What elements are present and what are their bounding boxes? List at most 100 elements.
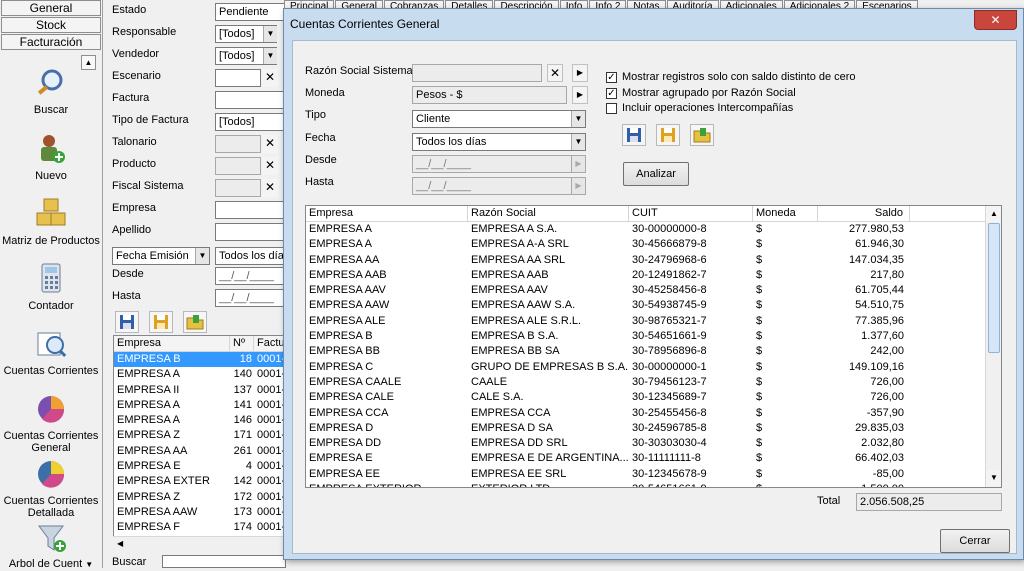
- dialog-save-as-icon[interactable]: [656, 124, 680, 146]
- nav-cuentas-corrientes-button[interactable]: Cuentas Corrientes: [2, 327, 100, 377]
- invoice-row[interactable]: EMPRESA AA2610001-0: [114, 444, 286, 459]
- invoice-numero-cell: 140: [233, 368, 252, 381]
- invoice-row[interactable]: EMPRESA B180001-0: [114, 352, 286, 368]
- saldo-distinto-checkbox[interactable]: ✓: [606, 72, 617, 83]
- tipo-dropdown-icon[interactable]: ▼: [571, 111, 585, 127]
- moneda-arrow-icon[interactable]: ▶: [572, 86, 588, 104]
- tipo-factura-field[interactable]: [Todos]: [215, 113, 285, 131]
- scroll-thumb[interactable]: [988, 223, 1000, 353]
- col-numero[interactable]: Nº: [230, 336, 254, 352]
- fecha-tipo-dropdown-icon[interactable]: ▼: [195, 248, 209, 264]
- analizar-button[interactable]: Analizar: [623, 162, 689, 186]
- invoice-row[interactable]: EMPRESA A1460001-0: [114, 413, 286, 428]
- invoice-row[interactable]: EMPRESA A1410001-0: [114, 398, 286, 413]
- cuentas-row[interactable]: EMPRESA AAV EMPRESA AAV 30-45258456-8 $61.7…: [306, 283, 1001, 298]
- razon-social-field[interactable]: [412, 64, 542, 82]
- cuentas-row[interactable]: EMPRESA E EMPRESA E DE ARGENTINA... 30-111…: [306, 451, 1001, 466]
- cuentas-row[interactable]: EMPRESA CALE CALE S.A. 30-12345689-7 $726,0…: [306, 390, 1001, 405]
- invoice-row[interactable]: EMPRESA A1400001-0: [114, 367, 286, 382]
- cuentas-row[interactable]: EMPRESA A EMPRESA A S.A. 30-00000000-8 $277…: [306, 222, 1001, 237]
- moneda-field[interactable]: Pesos - $: [412, 86, 567, 104]
- fecha-dropdown-icon[interactable]: ▼: [571, 134, 585, 150]
- nav-tab-stock[interactable]: Stock: [1, 17, 101, 33]
- talonario-clear-icon[interactable]: ✕: [262, 135, 278, 153]
- razon-social-clear-icon[interactable]: ✕: [547, 64, 563, 82]
- cuentas-grid-vscroll[interactable]: ▲ ▼: [985, 206, 1001, 487]
- factura-field[interactable]: [215, 91, 285, 109]
- col-dlg-saldo[interactable]: Saldo: [818, 206, 910, 222]
- nav-tab-facturacion[interactable]: Facturación: [1, 34, 101, 50]
- col-dlg-cuit[interactable]: CUIT: [629, 206, 753, 222]
- invoice-row[interactable]: EMPRESA II1370001-0: [114, 383, 286, 398]
- cuentas-row[interactable]: EMPRESA EXTERIOREXTERIOR LTD.30-54651661…: [306, 482, 1001, 487]
- invoice-row[interactable]: EMPRESA Z1710001-0: [114, 428, 286, 443]
- cuentas-row[interactable]: EMPRESA AAB EMPRESA AAB 20-12491862-7 $217,…: [306, 268, 1001, 283]
- invoice-grid-hscroll[interactable]: ◀: [113, 536, 287, 552]
- agrupado-checkbox[interactable]: ✓: [606, 88, 617, 99]
- cuentas-row[interactable]: EMPRESA EE EMPRESA EE SRL 30-12345678-9 $ -8…: [306, 467, 1001, 482]
- invoice-row[interactable]: EMPRESA E40001-0: [114, 459, 286, 474]
- fecha-valor-field[interactable]: Todos los días: [215, 247, 285, 265]
- intercompanias-checkbox[interactable]: [606, 103, 617, 114]
- invoice-row[interactable]: EMPRESA F1740001-0: [114, 520, 286, 535]
- dialog-save-icon[interactable]: [622, 124, 646, 146]
- dialog-open-folder-icon[interactable]: [690, 124, 714, 146]
- nav-arbol-button[interactable]: Arbol de Cuent ▼: [2, 522, 100, 571]
- producto-clear-icon[interactable]: ✕: [262, 157, 278, 175]
- talonario-field[interactable]: [215, 135, 261, 153]
- col-dlg-empresa[interactable]: Empresa: [306, 206, 468, 222]
- nav-tab-general[interactable]: General: [1, 0, 101, 16]
- cuentas-row[interactable]: EMPRESA CAALE CAALE 30-79456123-7 $726,00: [306, 375, 1001, 390]
- col-empresa[interactable]: Empresa: [114, 336, 230, 352]
- fiscal-sistema-field[interactable]: [215, 179, 261, 197]
- nav-matriz-button[interactable]: Matriz de Productos: [2, 197, 100, 247]
- scroll-up-icon[interactable]: ▲: [986, 206, 1001, 222]
- cuentas-row[interactable]: EMPRESA CCA EMPRESA CCA 30-25455456-8 $ -357…: [306, 406, 1001, 421]
- desde-dialog-field[interactable]: __/__/____: [412, 155, 586, 173]
- cerrar-button[interactable]: Cerrar: [940, 529, 1010, 553]
- save-as-icon[interactable]: [149, 311, 173, 333]
- razon-social-arrow-icon[interactable]: ▶: [572, 64, 588, 82]
- cuentas-row[interactable]: EMPRESA AA EMPRESA AA SRL 30-24796968-6 $14…: [306, 253, 1001, 268]
- fecha-select[interactable]: Todos los días: [412, 133, 586, 151]
- hscroll-left-icon[interactable]: ◀: [117, 539, 123, 548]
- nav-nuevo-button[interactable]: Nuevo: [2, 132, 100, 182]
- hasta-dialog-field[interactable]: __/__/____: [412, 177, 586, 195]
- cuentas-row[interactable]: EMPRESA AAW EMPRESA AAW S.A. 30-54938745-9…: [306, 298, 1001, 313]
- vendedor-dropdown-icon[interactable]: ▼: [263, 48, 277, 64]
- cuentas-row[interactable]: EMPRESA D EMPRESA D SA 30-24596785-8 $29.83…: [306, 421, 1001, 436]
- estado-field[interactable]: Pendiente: [215, 3, 285, 21]
- escenario-field[interactable]: [215, 69, 261, 87]
- hasta-arrow-icon[interactable]: ▶: [571, 178, 585, 194]
- cuentas-row[interactable]: EMPRESA B EMPRESA B S.A. 30-54651661-9 $1.3…: [306, 329, 1001, 344]
- escenario-clear-icon[interactable]: ✕: [262, 69, 278, 87]
- col-dlg-moneda[interactable]: Moneda: [753, 206, 818, 222]
- desde-arrow-icon[interactable]: ▶: [571, 156, 585, 172]
- producto-field[interactable]: [215, 157, 261, 175]
- nav-contador-button[interactable]: Contador: [2, 262, 100, 312]
- invoice-row[interactable]: EMPRESA EXTER1420001-0: [114, 474, 286, 489]
- nav-buscar-button[interactable]: Buscar: [2, 66, 100, 116]
- responsable-dropdown-icon[interactable]: ▼: [263, 26, 277, 42]
- cuentas-row[interactable]: EMPRESA A EMPRESA A-A SRL 30-45666879-8 $61…: [306, 237, 1001, 252]
- tipo-select[interactable]: Cliente: [412, 110, 586, 128]
- col-dlg-razon-social[interactable]: Razón Social: [468, 206, 629, 222]
- nav-cuentas-detallada-button[interactable]: Cuentas Corrientes Detallada: [2, 457, 100, 519]
- dialog-close-button[interactable]: ✕: [974, 10, 1017, 30]
- apellido-field[interactable]: [215, 223, 285, 241]
- empresa-field[interactable]: [215, 201, 285, 219]
- cuentas-row[interactable]: EMPRESA BB EMPRESA BB SA 30-78956896-8 $242…: [306, 344, 1001, 359]
- desde-field[interactable]: __/__/____: [215, 267, 285, 285]
- cuentas-row[interactable]: EMPRESA DD EMPRESA DD SRL 30-30303030-4 $2.…: [306, 436, 1001, 451]
- cuentas-row[interactable]: EMPRESA ALE EMPRESA ALE S.R.L. 30-98765321…: [306, 314, 1001, 329]
- invoice-row[interactable]: EMPRESA Z1720001-0: [114, 490, 286, 505]
- cuentas-row[interactable]: EMPRESA C GRUPO DE EMPRESAS B S.A. 30-0000…: [306, 360, 1001, 375]
- nav-cuentas-general-button[interactable]: Cuentas Corrientes General: [2, 392, 100, 454]
- invoice-row[interactable]: EMPRESA AAW1730001-0: [114, 505, 286, 520]
- open-folder-icon[interactable]: [183, 311, 207, 333]
- hasta-field[interactable]: __/__/____: [215, 289, 285, 307]
- save-icon[interactable]: [115, 311, 139, 333]
- scroll-down-icon[interactable]: ▼: [986, 470, 1001, 486]
- buscar-input[interactable]: [162, 555, 286, 568]
- fiscal-sistema-clear-icon[interactable]: ✕: [262, 179, 278, 197]
